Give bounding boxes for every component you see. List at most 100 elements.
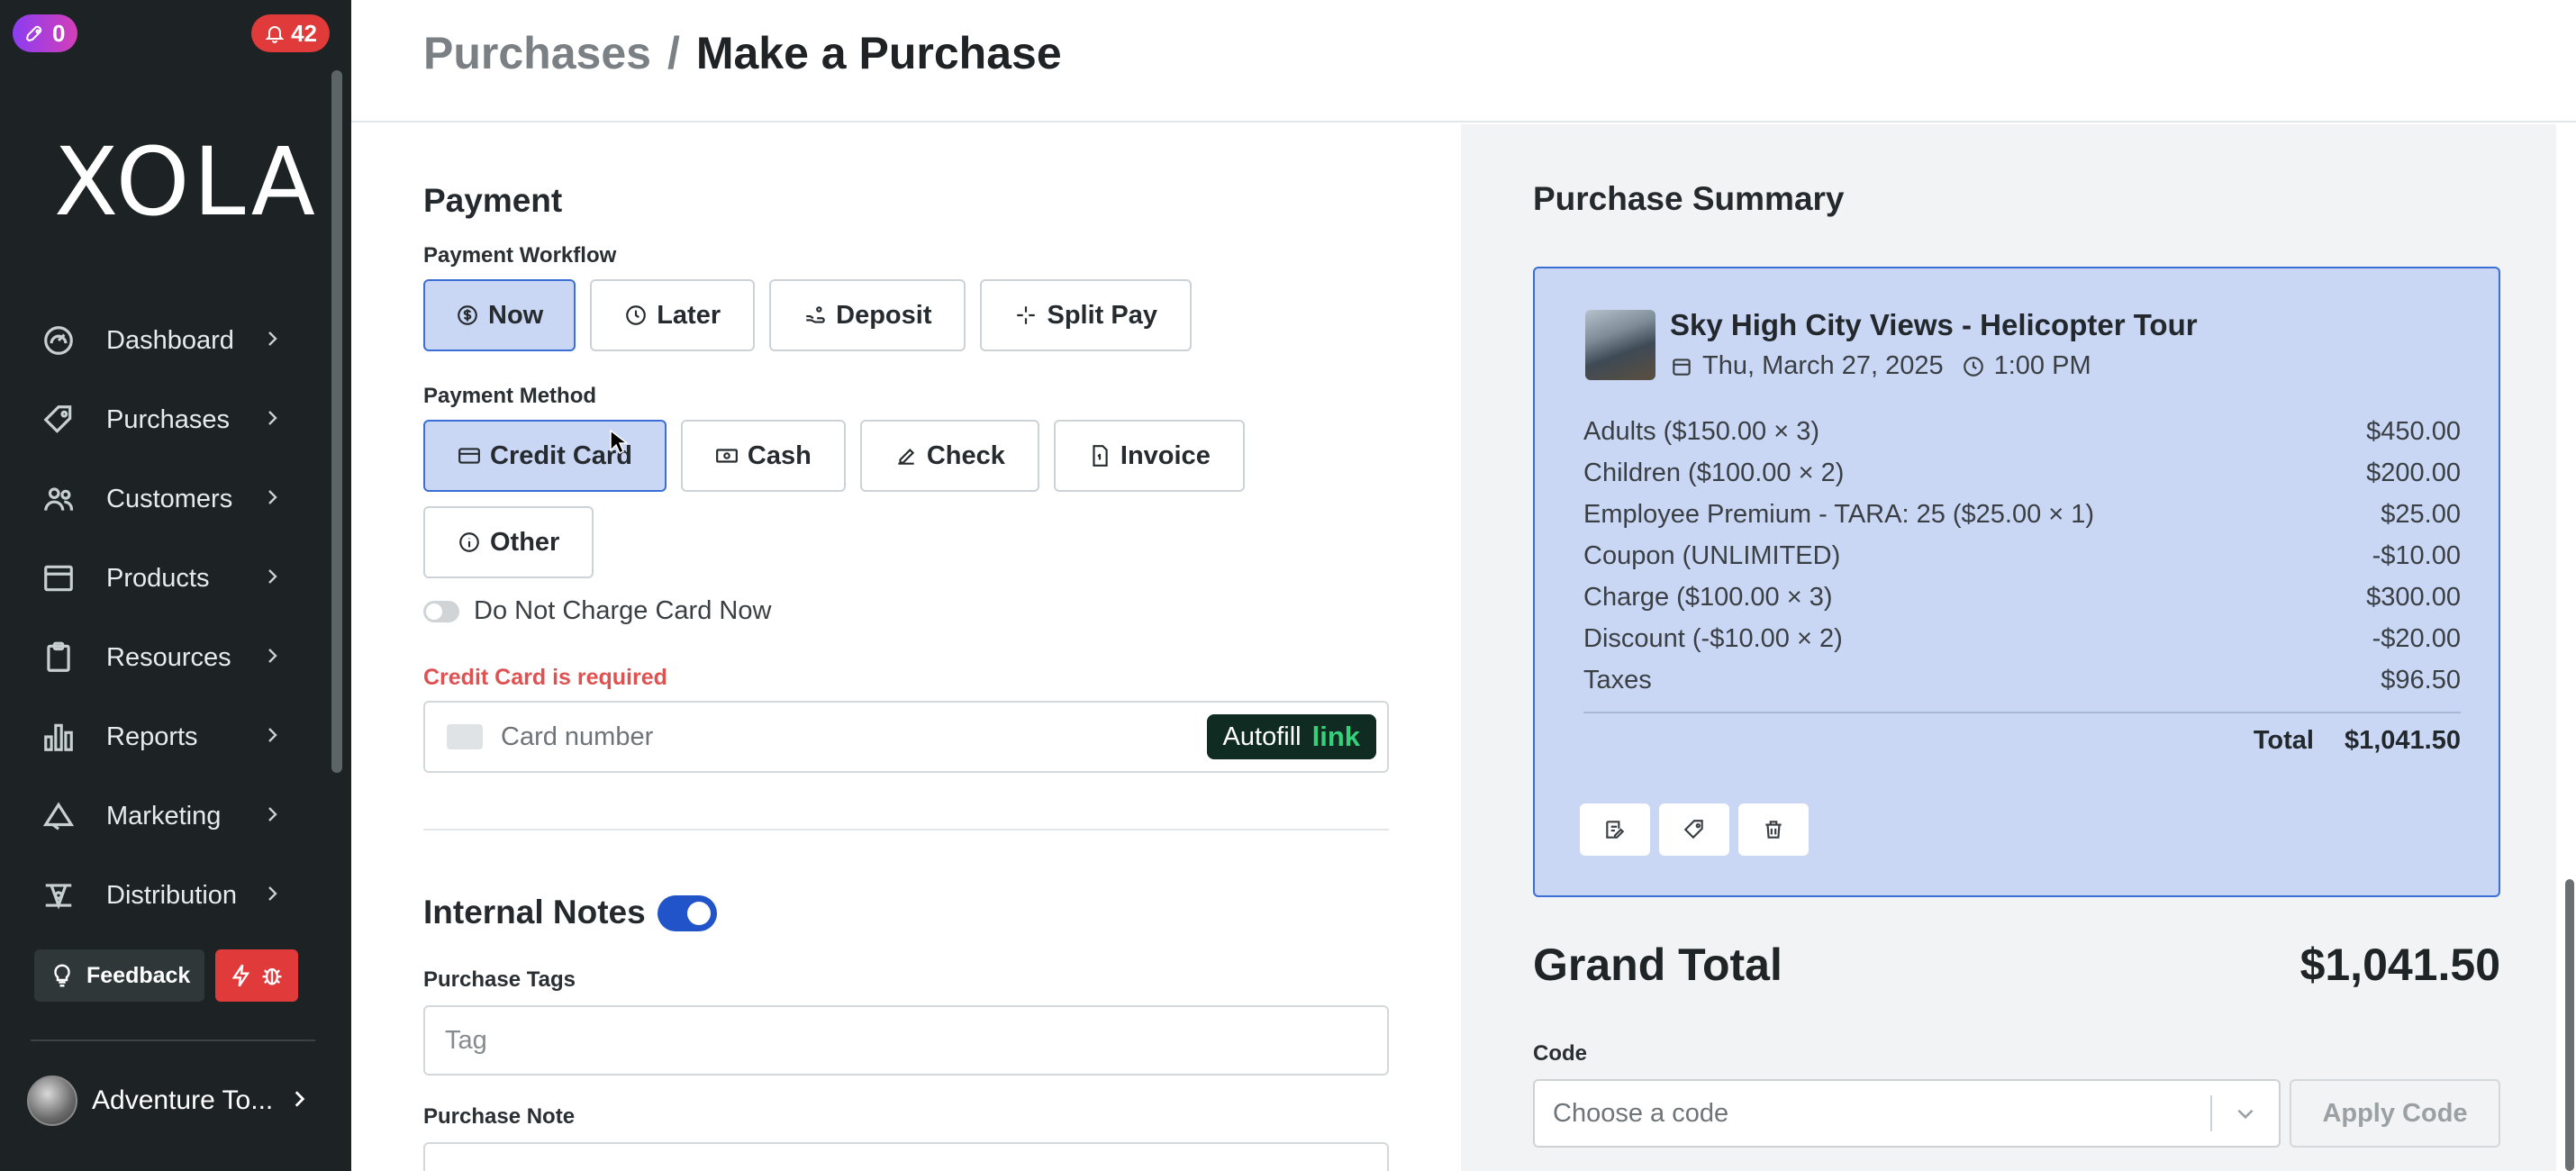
internal-notes-title: Internal Notes [423, 894, 646, 930]
line-label: Taxes [1583, 665, 1652, 694]
method-check-button[interactable]: Check [859, 420, 1039, 492]
workflow-deposit-button[interactable]: Deposit [769, 279, 966, 351]
sidebar-item-dashboard[interactable]: Dashboard [0, 301, 324, 380]
account-switcher[interactable]: Adventure To... [27, 1076, 311, 1126]
customers-people-icon [40, 480, 77, 518]
trash-icon [1765, 821, 1782, 839]
summary-card: Sky High City Views - Helicopter Tour Th… [1533, 267, 2500, 897]
internal-notes-toggle[interactable] [658, 895, 717, 931]
tour-date: Thu, March 27, 2025 [1702, 351, 1944, 380]
workflow-later-label: Later [657, 300, 721, 330]
sidebar-item-resources[interactable]: Resources [0, 618, 324, 697]
purchase-note-input[interactable] [423, 1142, 1389, 1171]
line-label: Discount (-$10.00 × 2) [1583, 623, 1843, 653]
sidebar-item-label: Resources [106, 642, 231, 672]
feedback-row: Feedback [34, 949, 299, 1002]
sidebar-item-label: Distribution [106, 880, 238, 910]
workflow-split-pay-label: Split Pay [1047, 300, 1157, 330]
notifications-badge[interactable]: 42 [251, 14, 330, 52]
workflow-later-button[interactable]: Later [590, 279, 756, 351]
card-number-field[interactable]: Card number Autofill link [423, 701, 1389, 773]
workflow-now-button[interactable]: Now [423, 279, 576, 351]
sidebar-item-label: Purchases [106, 404, 231, 434]
xola-logo[interactable]: XOLA [54, 135, 319, 229]
card-placeholder-icon [447, 724, 483, 749]
feedback-label: Feedback [86, 962, 191, 988]
sidebar-item-customers[interactable]: Customers [0, 459, 324, 539]
do-not-charge-label: Do Not Charge Card Now [474, 596, 772, 625]
sidebar-item-distribution[interactable]: Distribution [0, 856, 324, 935]
resources-clipboard-icon [40, 639, 77, 676]
total-value: $1,041.50 [2344, 725, 2461, 755]
link-logo: link [1311, 721, 1360, 752]
chevron-right-icon [261, 407, 286, 432]
lightning-icon [231, 964, 250, 987]
summary-line: Taxes $96.50 [1583, 659, 2461, 701]
distribution-network-icon [40, 876, 77, 914]
cash-icon [716, 449, 738, 463]
card-number-placeholder: Card number [501, 722, 654, 751]
summary-line: Discount (-$10.00 × 2) -$20.00 [1583, 618, 2461, 659]
tour-datetime: Thu, March 27, 2025 1:00 PM [1670, 351, 2091, 381]
summary-line: Charge ($100.00 × 3) $300.00 [1583, 576, 2461, 618]
summary-line: Children ($100.00 × 2) $200.00 [1583, 452, 2461, 494]
line-amount: -$10.00 [2372, 540, 2461, 570]
breadcrumb-separator: / [667, 28, 680, 78]
bell-icon [265, 26, 285, 43]
chevron-right-icon [261, 328, 286, 353]
grand-total-value: $1,041.50 [2299, 940, 2500, 990]
line-label: Coupon (UNLIMITED) [1583, 540, 1841, 570]
invoice-document-icon [1093, 445, 1108, 467]
line-label: Adults ($150.00 × 3) [1583, 416, 1819, 446]
remove-item-button[interactable] [1738, 803, 1809, 856]
apply-code-button[interactable]: Apply Code [2290, 1079, 2500, 1148]
page-title: Make a Purchase [695, 28, 1062, 78]
info-circle-icon [459, 532, 479, 552]
purchases-tag-icon [40, 401, 77, 439]
summary-lines: Adults ($150.00 × 3) $450.00 Children ($1… [1583, 411, 2461, 767]
method-cash-button[interactable]: Cash [680, 420, 846, 492]
sidebar-item-reports[interactable]: Reports [0, 697, 324, 776]
sidebar-item-products[interactable]: Products [0, 539, 324, 618]
credit-card-error: Credit Card is required [423, 665, 667, 690]
method-invoice-button[interactable]: Invoice [1053, 420, 1245, 492]
sidebar-item-marketing[interactable]: Marketing [0, 776, 324, 856]
credit-card-icon [458, 448, 480, 464]
line-amount: $450.00 [2366, 416, 2461, 446]
method-credit-card-button[interactable]: Credit Card [423, 420, 667, 492]
apply-tag-button[interactable] [1659, 803, 1729, 856]
purchase-tags-label: Purchase Tags [423, 967, 576, 992]
chevron-right-icon [261, 803, 286, 829]
line-label: Children ($100.00 × 2) [1583, 458, 1845, 487]
line-label: Charge ($100.00 × 3) [1583, 582, 1833, 612]
method-invoice-label: Invoice [1120, 440, 1211, 470]
feedback-button[interactable]: Feedback [34, 949, 205, 1002]
line-amount: -$20.00 [2372, 623, 2461, 653]
report-bug-button[interactable] [215, 949, 299, 1002]
do-not-charge-toggle[interactable] [423, 600, 459, 622]
sidebar-item-purchases[interactable]: Purchases [0, 380, 324, 459]
purchase-summary-panel: Purchase Summary Sky High City Views - H… [1461, 124, 2556, 1171]
split-sparkle-icon [1017, 306, 1036, 324]
rocket-icon [25, 25, 42, 42]
method-other-label: Other [490, 527, 560, 557]
breadcrumb-purchases-link[interactable]: Purchases [423, 27, 651, 79]
dollar-circle-icon [458, 305, 477, 325]
sidebar-item-label: Products [106, 563, 210, 593]
purchase-tags-input[interactable]: Tag [423, 1005, 1389, 1076]
chevron-down-icon[interactable] [2212, 1102, 2279, 1125]
rewards-badge[interactable]: 0 [13, 14, 78, 52]
code-select[interactable]: Choose a code [1533, 1079, 2281, 1148]
edit-item-button[interactable] [1580, 803, 1650, 856]
autofill-link-button[interactable]: Autofill link [1206, 714, 1376, 759]
workflow-split-pay-button[interactable]: Split Pay [980, 279, 1192, 351]
autofill-label: Autofill [1222, 722, 1302, 751]
purchase-note-label: Purchase Note [423, 1104, 576, 1129]
notifications-count: 42 [291, 19, 317, 47]
chevron-right-icon [261, 724, 286, 749]
sidebar-scrollbar[interactable] [331, 70, 342, 773]
sidebar-divider [31, 1039, 315, 1041]
page-scrollbar[interactable] [2565, 879, 2574, 1171]
tag-icon [1683, 820, 1703, 840]
method-other-button[interactable]: Other [423, 506, 594, 578]
